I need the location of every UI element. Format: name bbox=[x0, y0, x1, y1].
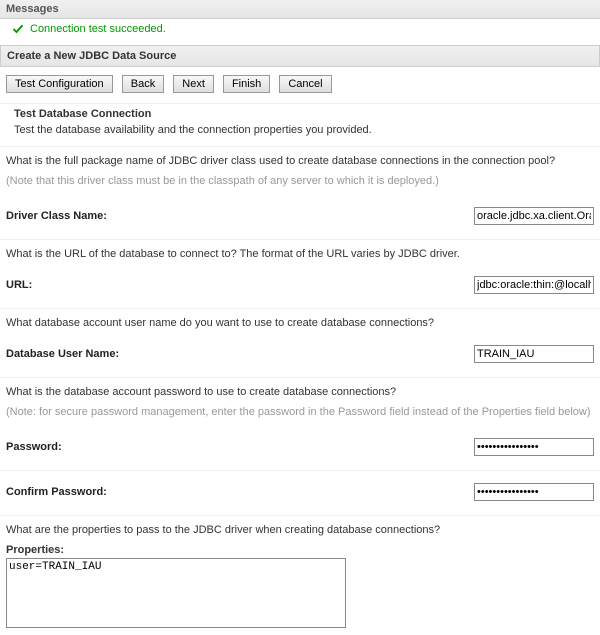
properties-label: Properties: bbox=[6, 544, 594, 556]
cancel-button[interactable]: Cancel bbox=[279, 75, 331, 93]
confirm-password-input[interactable] bbox=[474, 483, 594, 501]
confirm-password-field-row: Confirm Password: bbox=[0, 471, 600, 515]
test-configuration-button[interactable]: Test Configuration bbox=[6, 75, 113, 93]
properties-textarea[interactable] bbox=[6, 558, 346, 628]
driver-class-note: (Note that this driver class must be in … bbox=[0, 171, 600, 195]
password-note: (Note: for secure password management, e… bbox=[0, 402, 600, 426]
back-button[interactable]: Back bbox=[122, 75, 164, 93]
url-question: What is the URL of the database to conne… bbox=[0, 240, 600, 264]
username-input[interactable] bbox=[474, 345, 594, 363]
password-label: Password: bbox=[6, 441, 62, 453]
success-message-text: Connection test succeeded. bbox=[30, 23, 166, 35]
confirm-password-label: Confirm Password: bbox=[6, 486, 107, 498]
password-field-row: Password: bbox=[0, 426, 600, 470]
divider bbox=[0, 103, 600, 104]
username-field-row: Database User Name: bbox=[0, 333, 600, 377]
driver-class-input[interactable] bbox=[474, 207, 594, 225]
success-message-row: Connection test succeeded. bbox=[0, 19, 600, 39]
properties-question: What are the properties to pass to the J… bbox=[0, 516, 600, 540]
password-input[interactable] bbox=[474, 438, 594, 456]
driver-class-question: What is the full package name of JDBC dr… bbox=[0, 147, 600, 171]
username-question: What database account user name do you w… bbox=[0, 309, 600, 333]
subsection-intro: Test the database availability and the c… bbox=[0, 124, 600, 146]
url-input[interactable] bbox=[474, 276, 594, 294]
subsection-title: Test Database Connection bbox=[0, 108, 600, 124]
button-row: Test Configuration Back Next Finish Canc… bbox=[0, 67, 600, 103]
properties-block: Properties: bbox=[0, 540, 600, 635]
messages-header-bar: Messages bbox=[0, 0, 600, 19]
check-icon bbox=[12, 23, 24, 35]
next-button[interactable]: Next bbox=[173, 75, 214, 93]
url-field-row: URL: bbox=[0, 264, 600, 308]
driver-class-label: Driver Class Name: bbox=[6, 210, 107, 222]
driver-class-field-row: Driver Class Name: bbox=[0, 195, 600, 239]
form-content: Test Database Connection Test the databa… bbox=[0, 108, 600, 635]
section-header: Create a New JDBC Data Source bbox=[0, 45, 600, 67]
messages-title: Messages bbox=[6, 3, 59, 15]
password-question: What is the database account password to… bbox=[0, 378, 600, 402]
finish-button[interactable]: Finish bbox=[223, 75, 270, 93]
username-label: Database User Name: bbox=[6, 348, 119, 360]
url-label: URL: bbox=[6, 279, 32, 291]
